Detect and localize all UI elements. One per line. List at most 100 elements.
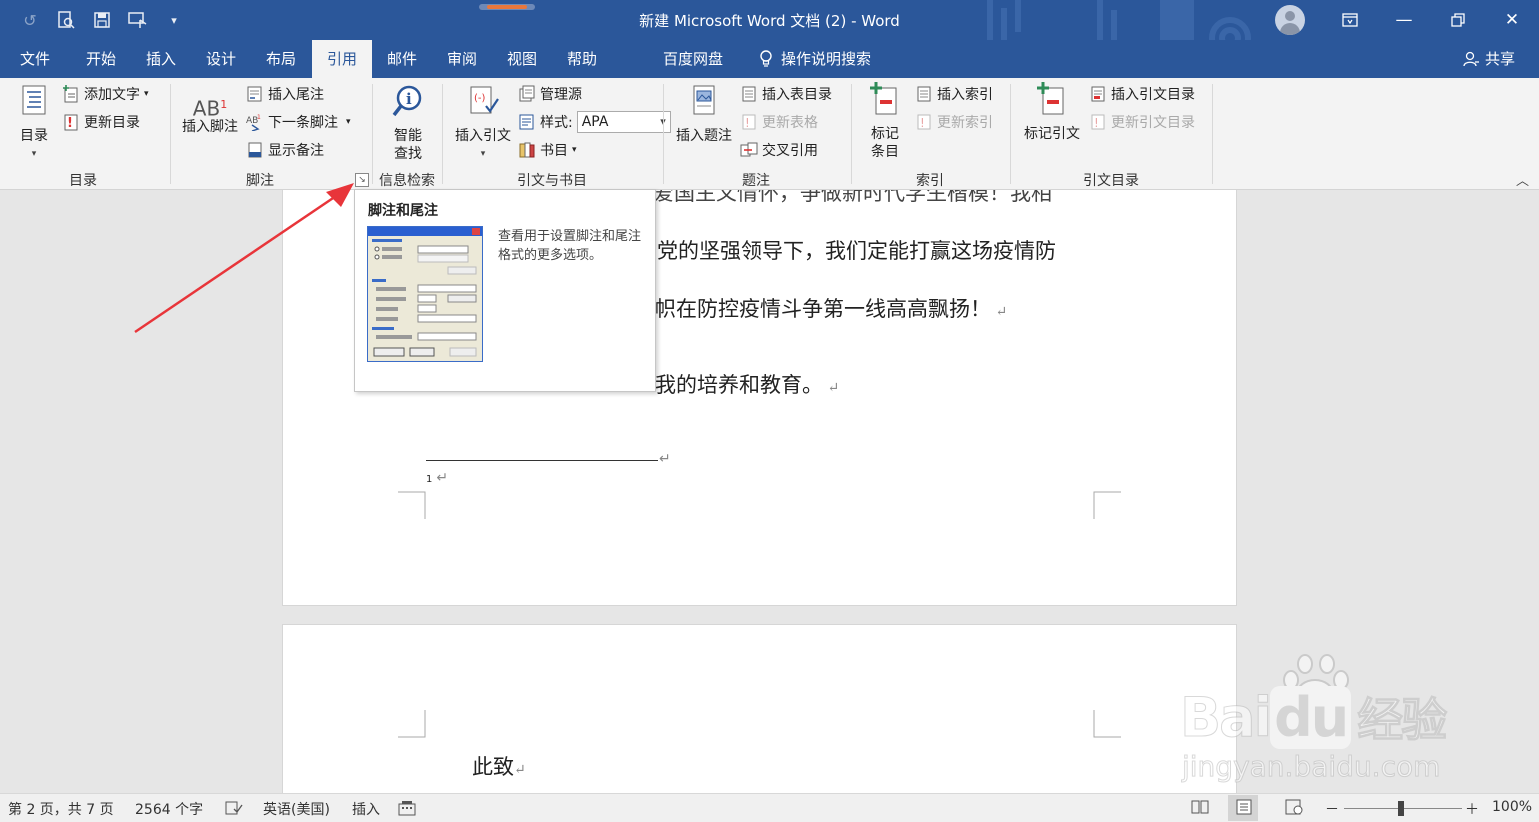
margin-corner-mark	[398, 710, 426, 738]
insert-caption-button[interactable]: 插入题注	[672, 84, 736, 145]
footnote-number[interactable]: 1 ↵	[426, 470, 448, 486]
table-of-contents-button[interactable]: 目录 ▾	[12, 84, 56, 163]
share-button[interactable]: 共享	[1463, 40, 1515, 78]
update-index-button[interactable]: ! 更新索引	[915, 111, 993, 133]
paragraph-mark: ↵	[436, 470, 449, 486]
document-line-1[interactable]: 爱国主义情怀，争做新时代学生楷模！我相	[653, 190, 1052, 207]
cross-reference-button[interactable]: 交叉引用	[740, 139, 818, 161]
add-text-button[interactable]: 添加文字 ▾	[62, 83, 149, 105]
update-table-button[interactable]: ! 更新表格	[740, 111, 818, 133]
update-index-label: 更新索引	[937, 115, 993, 131]
insert-endnote-label: 插入尾注	[268, 87, 324, 103]
style-label: 样式:	[540, 115, 573, 131]
document-line-3[interactable]: 帜在防控疫情斗争第一线高高飘扬！ ↵	[655, 293, 1007, 323]
window-grip[interactable]	[479, 4, 535, 10]
mark-entry-icon	[870, 82, 897, 115]
insert-caption-icon	[693, 85, 715, 115]
smart-lookup-icon: i	[392, 85, 422, 117]
title-bar-decoration	[987, 0, 1251, 40]
close-icon[interactable]: ✕	[1485, 0, 1539, 40]
proofing-icon[interactable]	[225, 800, 243, 820]
tab-home[interactable]: 开始	[76, 40, 126, 78]
group-separator	[663, 84, 664, 184]
zoom-out-button[interactable]: －	[1325, 799, 1339, 819]
lightbulb-icon	[760, 50, 772, 67]
ribbon-tabs: 文件 开始 插入 设计 布局 引用 邮件 审阅 视图 帮助 百度网盘 操作说明搜…	[0, 40, 1539, 78]
word-count-status[interactable]: 2564 个字	[135, 799, 203, 819]
print-layout-icon[interactable]	[1235, 799, 1253, 819]
smart-lookup-label-1: 智能	[394, 128, 422, 144]
tab-references[interactable]: 引用	[312, 40, 372, 78]
page3-salutation[interactable]: 此致↵	[472, 751, 526, 781]
manage-sources-button[interactable]: 管理源	[518, 83, 582, 105]
footnote-dialog-tooltip: 脚注和尾注 查看用于设置脚注和尾注格式的更多选项。	[354, 189, 656, 392]
red-arrow-annotation	[134, 183, 354, 334]
tab-design[interactable]: 设计	[196, 40, 246, 78]
insert-index-icon	[917, 86, 931, 102]
toc-label: 目录	[20, 128, 48, 144]
insert-citation-icon: (-)	[470, 86, 499, 114]
zoom-level[interactable]: 100%	[1492, 799, 1532, 815]
insert-table-of-authorities-button[interactable]: 插入引文目录	[1089, 83, 1195, 105]
window-controls: — ✕	[1323, 0, 1539, 40]
restore-icon[interactable]	[1431, 0, 1485, 40]
insert-citation-button[interactable]: (-) 插入引文 ▾	[452, 84, 514, 163]
zoom-in-button[interactable]: ＋	[1465, 799, 1479, 819]
add-text-icon	[63, 85, 78, 103]
ribbon-display-options-icon[interactable]	[1323, 0, 1377, 40]
citation-style-select[interactable]: APA	[576, 111, 671, 133]
tell-me-search[interactable]: 操作说明搜索	[750, 40, 880, 78]
user-avatar[interactable]	[1275, 5, 1305, 35]
zoom-slider-thumb[interactable]	[1398, 801, 1404, 816]
minimize-icon[interactable]: —	[1377, 0, 1431, 40]
smart-lookup-button[interactable]: i 智能 查找	[384, 84, 432, 163]
chevron-down-icon: ▾	[572, 145, 577, 155]
margin-corner-mark	[1093, 491, 1121, 519]
insert-endnote-icon	[247, 86, 262, 102]
macro-recording-icon[interactable]	[398, 800, 416, 820]
status-bar: 第 2 页，共 7 页 2564 个字 英语(美国) 插入 － ＋ 100%	[0, 793, 1539, 822]
share-label: 共享	[1484, 50, 1515, 68]
show-notes-button[interactable]: 显示备注	[246, 139, 324, 161]
customize-qat-icon[interactable]: ▾	[162, 8, 186, 32]
insert-caption-label: 插入题注	[676, 128, 732, 144]
next-footnote-button[interactable]: AB 1 下一条脚注 ▾	[246, 111, 351, 133]
tab-layout[interactable]: 布局	[256, 40, 306, 78]
document-line-2[interactable]: 党的坚强领导下，我们定能打赢这场疫情防	[657, 235, 1056, 265]
save-icon[interactable]	[90, 8, 114, 32]
update-table-of-authorities-button[interactable]: ! 更新引文目录	[1089, 111, 1195, 133]
insert-tof-label: 插入表目录	[762, 87, 832, 103]
tab-mailings[interactable]: 邮件	[377, 40, 427, 78]
insert-endnote-button[interactable]: 插入尾注	[246, 83, 324, 105]
language-status[interactable]: 英语(美国)	[263, 799, 330, 819]
group-separator	[851, 84, 852, 184]
citation-style-icon	[519, 114, 534, 130]
tab-review[interactable]: 审阅	[437, 40, 487, 78]
undo-icon[interactable]: ↺	[18, 8, 42, 32]
tab-view[interactable]: 视图	[497, 40, 547, 78]
read-mode-icon[interactable]	[1190, 799, 1210, 819]
tab-baidu-netdisk[interactable]: 百度网盘	[655, 40, 731, 78]
svg-text:i: i	[406, 90, 412, 108]
print-preview-icon[interactable]	[54, 8, 78, 32]
bibliography-button[interactable]: 书目 ▾	[518, 139, 577, 161]
word-window: { "titlebar": { "title": "新建 Microsoft W…	[0, 0, 1539, 822]
insert-table-of-figures-button[interactable]: 插入表目录	[740, 83, 832, 105]
web-layout-icon[interactable]	[1284, 799, 1304, 819]
footnote-separator	[426, 460, 658, 461]
margin-corner-mark	[1093, 710, 1121, 738]
insert-index-button[interactable]: 插入索引	[915, 83, 993, 105]
touch-mode-icon[interactable]	[126, 8, 150, 32]
page-count-status[interactable]: 第 2 页，共 7 页	[8, 799, 114, 819]
insert-footnote-button[interactable]: AB1 插入脚注	[178, 92, 242, 136]
mark-citation-button[interactable]: 标记引文	[1020, 82, 1084, 143]
tab-help[interactable]: 帮助	[557, 40, 607, 78]
insert-mode-status[interactable]: 插入	[352, 799, 380, 819]
mark-entry-label-1: 标记	[871, 126, 899, 142]
update-toc-button[interactable]: ! 更新目录	[62, 111, 140, 133]
document-line-4[interactable]: 我的培养和教育。 ↵	[655, 369, 839, 399]
tab-file[interactable]: 文件	[12, 40, 58, 78]
mark-entry-button[interactable]: 标记 条目	[862, 82, 908, 161]
tab-insert[interactable]: 插入	[136, 40, 186, 78]
collapse-ribbon-icon[interactable]: ︿	[1516, 170, 1529, 189]
